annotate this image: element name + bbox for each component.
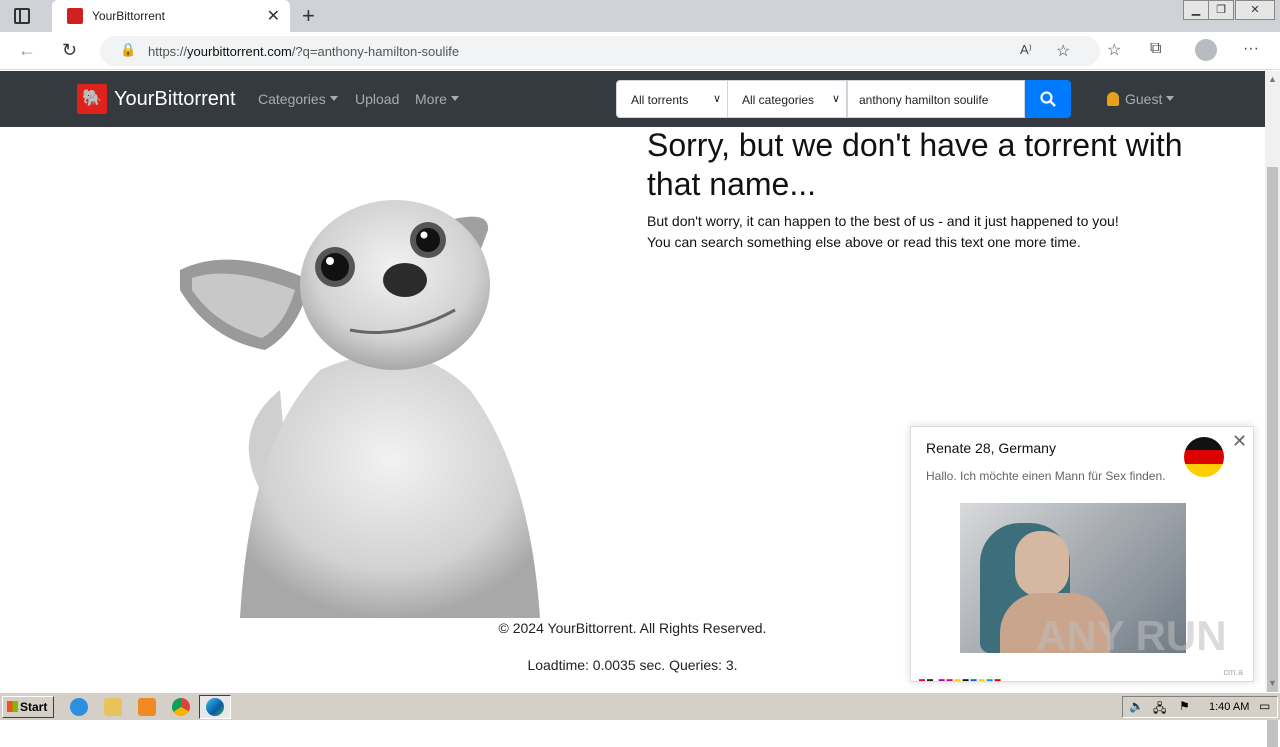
page-scrollbar[interactable]: ▲ ▼ — [1265, 71, 1280, 747]
ad-source-label: cm.a — [1223, 667, 1243, 677]
favorites-icon[interactable]: ☆ — [1107, 40, 1121, 60]
volume-icon[interactable]: 🔈 — [1129, 699, 1144, 713]
tab-title: YourBittorrent — [92, 9, 165, 23]
torrent-type-value: All torrents — [631, 93, 689, 107]
site-brand[interactable]: YourBittorrent — [114, 88, 236, 111]
category-value: All categories — [742, 93, 815, 107]
settings-menu-icon[interactable]: ··· — [1243, 40, 1259, 58]
restore-icon[interactable]: ❐ — [1208, 0, 1234, 20]
close-icon[interactable]: ✕ — [1232, 431, 1247, 452]
scroll-thumb[interactable] — [1267, 167, 1278, 747]
chrome-icon[interactable] — [172, 698, 190, 716]
minimize-icon[interactable]: ▁ — [1183, 0, 1209, 20]
flag-icon[interactable]: ⚑ — [1179, 699, 1190, 713]
url-field[interactable]: 🔒 https://yourbittorrent.com/?q=anthony-… — [100, 36, 1100, 66]
site-favicon-icon — [67, 8, 83, 24]
network-icon[interactable]: 🖧 — [1153, 699, 1166, 720]
ie-icon[interactable] — [70, 698, 88, 716]
browser-tab[interactable]: YourBittorrent ✕ — [52, 0, 290, 32]
url-text: https://yourbittorrent.com/?q=anthony-ha… — [148, 44, 460, 59]
site-navbar: 🐘 YourBittorrent Categories Upload More … — [0, 71, 1265, 127]
chevron-down-icon: ∨ — [712, 93, 721, 105]
media-player-icon[interactable] — [138, 698, 156, 716]
windows-logo-icon — [7, 701, 18, 712]
site-logo-icon[interactable]: 🐘 — [77, 84, 107, 114]
edge-icon — [206, 698, 224, 716]
profile-avatar[interactable] — [1195, 39, 1217, 61]
start-label: Start — [20, 700, 48, 714]
tab-actions-icon[interactable] — [14, 8, 30, 24]
system-tray: 🔈 🖧 ⚑ ▭ — [1122, 696, 1278, 718]
taskbar: Start 🔈 🖧 ⚑ ▭ 1:40 AM — [0, 692, 1280, 720]
nav-categories[interactable]: Categories — [258, 91, 338, 107]
watermark-logo: ANY RUN — [1036, 612, 1227, 659]
search-button[interactable] — [1025, 80, 1071, 118]
browser-tab-bar: YourBittorrent ✕ + ▁ ❐ ✕ — [0, 0, 1280, 32]
torrent-type-select[interactable]: All torrents ∨ — [616, 80, 728, 118]
show-desktop-icon[interactable]: ▭ — [1259, 699, 1270, 713]
lock-icon[interactable]: 🔒 — [120, 42, 136, 58]
not-found-line-1: But don't worry, it can happen to the be… — [647, 213, 1119, 229]
ad-color-dots: ▬▬ ▬▬▬▬▬▬▬▬ — [919, 677, 1003, 683]
clock: 1:40 AM — [1209, 701, 1250, 713]
folder-icon[interactable] — [104, 698, 122, 716]
collections-icon[interactable]: ⧉ — [1150, 40, 1161, 58]
tab-close-icon[interactable]: ✕ — [267, 6, 280, 26]
new-tab-icon[interactable]: + — [302, 3, 315, 29]
guest-label: Guest — [1125, 91, 1163, 107]
add-favorite-icon[interactable]: ☆ — [1056, 41, 1070, 61]
edge-taskbar-button[interactable] — [199, 695, 231, 719]
nav-more[interactable]: More — [415, 91, 459, 107]
user-icon — [1107, 92, 1119, 106]
address-bar-row: ← ↻ 🔒 https://yourbittorrent.com/?q=anth… — [0, 32, 1280, 70]
category-select[interactable]: All categories ∨ — [727, 80, 847, 118]
ad-popup-message: Hallo. Ich möchte einen Mann für Sex fin… — [926, 469, 1166, 483]
germany-flag-icon — [1184, 437, 1224, 477]
not-found-line-2: You can search something else above or r… — [647, 234, 1081, 250]
not-found-headline: Sorry, but we don't have a torrent with … — [647, 127, 1183, 202]
read-aloud-icon[interactable]: A⁾ — [1020, 42, 1032, 58]
search-input[interactable]: anthony hamilton soulife — [847, 80, 1025, 118]
start-button[interactable]: Start — [2, 696, 54, 718]
scroll-up-icon[interactable]: ▲ — [1268, 74, 1277, 84]
scroll-down-icon[interactable]: ▼ — [1268, 678, 1277, 688]
guest-menu[interactable]: Guest — [1107, 91, 1174, 107]
back-icon[interactable]: ← — [18, 40, 36, 61]
chevron-down-icon: ∨ — [831, 93, 840, 105]
reload-icon[interactable]: ↻ — [62, 40, 77, 61]
close-window-icon[interactable]: ✕ — [1235, 0, 1275, 20]
nav-upload[interactable]: Upload — [355, 91, 399, 107]
dog-image — [180, 200, 540, 618]
search-icon — [1040, 91, 1056, 107]
ad-popup-name: Renate 28, Germany — [926, 440, 1056, 456]
